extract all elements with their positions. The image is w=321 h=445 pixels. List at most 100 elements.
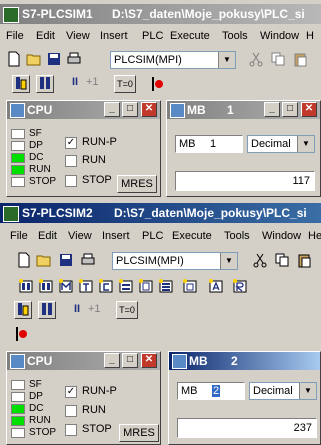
reset-timers-button[interactable]: T=0	[114, 75, 136, 93]
minimize-icon[interactable]: _	[104, 353, 120, 368]
run-checkbox[interactable]	[65, 155, 77, 167]
mres-button[interactable]: MRES	[119, 424, 159, 442]
cut-icon[interactable]	[248, 51, 264, 67]
menu-plc[interactable]: PLC	[142, 230, 163, 242]
mres-button[interactable]: MRES	[117, 175, 157, 193]
close-icon[interactable]: ✕	[301, 102, 317, 117]
open-folder-icon[interactable]	[26, 51, 42, 67]
maximize-icon[interactable]: □	[122, 353, 138, 368]
copy-icon[interactable]	[270, 51, 286, 67]
mb-value-input[interactable]: 237	[177, 418, 317, 438]
mb-address-input[interactable]: MB 2	[177, 382, 245, 400]
insert-stack-icon[interactable]	[158, 278, 174, 294]
menubar: File Edit View Insert PLC Execute Tools …	[0, 226, 321, 246]
insert-register-icon[interactable]	[232, 278, 248, 294]
insert-generic-icon[interactable]	[118, 278, 134, 294]
reset-timers-button[interactable]: T=0	[116, 301, 138, 319]
step-plus-one[interactable]: +1	[88, 303, 101, 315]
close-icon[interactable]: ✕	[141, 353, 157, 368]
insert-timer-icon[interactable]	[78, 278, 94, 294]
stop-checkbox[interactable]	[65, 175, 77, 187]
menu-help[interactable]: He	[308, 230, 321, 242]
paste-icon[interactable]	[296, 252, 312, 268]
mb-address-label: MB	[181, 385, 198, 397]
mb-address-value: 2	[212, 385, 221, 397]
open-folder-icon[interactable]	[36, 252, 52, 268]
plcsim1-titlebar[interactable]: S7-PLCSIM1 D:\S7_daten\Moje_pokusy\PLC_s…	[0, 4, 321, 24]
cut-icon[interactable]	[252, 252, 268, 268]
runp-checkbox[interactable]: ✓	[65, 386, 77, 398]
menu-edit[interactable]: Edit	[36, 30, 55, 42]
mb-format-combo[interactable]: Decimal ▼	[249, 382, 317, 400]
runp-checkbox[interactable]: ✓	[65, 137, 77, 149]
menu-file[interactable]: File	[10, 230, 28, 242]
chevron-down-icon[interactable]: ▼	[218, 52, 235, 68]
mb-address-input[interactable]: MB 1	[175, 135, 243, 153]
pause-icon[interactable]: II	[72, 76, 78, 88]
insert-accumulator-icon[interactable]	[182, 278, 198, 294]
chevron-down-icon[interactable]: ▼	[220, 253, 237, 269]
insert-vertical-bits-icon[interactable]	[138, 278, 154, 294]
menu-window[interactable]: Window	[260, 30, 299, 42]
insert-cpu-button[interactable]	[12, 75, 30, 93]
new-icon[interactable]	[6, 51, 22, 67]
insert-output-icon[interactable]	[38, 278, 54, 294]
minimize-icon[interactable]: _	[104, 102, 120, 117]
mres-label: MRES	[123, 427, 155, 439]
insert-input-icon[interactable]	[18, 278, 34, 294]
insert-marker-icon[interactable]	[58, 278, 74, 294]
paste-icon[interactable]	[292, 51, 308, 67]
run-checkbox[interactable]	[65, 405, 77, 417]
breakpoint-icon[interactable]	[14, 326, 30, 342]
window-title: S7-PLCSIM2	[22, 206, 93, 220]
menu-help[interactable]: H	[306, 30, 314, 42]
menu-edit[interactable]: Edit	[38, 230, 57, 242]
copy-icon[interactable]	[274, 252, 290, 268]
plcsim2-titlebar[interactable]: S7-PLCSIM2 D:\S7_daten\Moje_pokusy\PLC_s…	[0, 203, 321, 223]
cpu-view-icon	[18, 303, 29, 316]
new-icon[interactable]	[16, 252, 32, 268]
maximize-icon[interactable]: □	[122, 102, 138, 117]
toolbar-breakpoint	[0, 323, 321, 345]
menu-execute[interactable]: Execute	[172, 230, 212, 242]
breakpoint-icon[interactable]	[150, 76, 166, 92]
menu-tools[interactable]: Tools	[224, 230, 250, 242]
plc-connection-combo[interactable]: PLCSIM(MPI) ▼	[110, 51, 236, 69]
plc-connection-combo[interactable]: PLCSIM(MPI) ▼	[112, 252, 238, 270]
menu-plc[interactable]: PLC	[142, 30, 163, 42]
insert-block-register-icon[interactable]	[208, 278, 224, 294]
mb-value-input[interactable]: 117	[175, 171, 315, 191]
menu-execute[interactable]: Execute	[170, 30, 210, 42]
menu-tools[interactable]: Tools	[222, 30, 248, 42]
insert-module-button[interactable]	[36, 75, 54, 93]
menu-view[interactable]: View	[66, 30, 90, 42]
insert-cpu-button[interactable]	[14, 301, 32, 319]
menu-window[interactable]: Window	[262, 230, 301, 242]
print-icon[interactable]	[80, 252, 96, 268]
menu-file[interactable]: File	[6, 30, 24, 42]
mb-titlebar[interactable]: MB 2	[169, 352, 320, 370]
pause-icon[interactable]: II	[74, 303, 80, 315]
save-icon[interactable]	[58, 252, 74, 268]
print-icon[interactable]	[66, 51, 82, 67]
mb-format-combo[interactable]: Decimal ▼	[247, 135, 315, 153]
cpu-titlebar[interactable]: CPU _ □ ✕	[7, 352, 160, 370]
save-icon[interactable]	[46, 51, 62, 67]
chevron-down-icon[interactable]: ▼	[297, 136, 314, 152]
stop-checkbox[interactable]	[65, 424, 77, 436]
chevron-down-icon[interactable]: ▼	[299, 383, 316, 399]
reset-timers-label: T=0	[117, 79, 133, 89]
menu-insert[interactable]: Insert	[102, 230, 130, 242]
cpu-titlebar[interactable]: CPU _ □ ✕	[7, 101, 160, 119]
insert-counter-icon[interactable]	[98, 278, 114, 294]
step-plus-one[interactable]: +1	[86, 76, 99, 88]
mb-titlebar[interactable]: MB 1 _ □ ✕	[167, 101, 320, 119]
menu-view[interactable]: View	[68, 230, 92, 242]
plc-connection-value: PLCSIM(MPI)	[114, 54, 182, 66]
insert-module-button[interactable]	[38, 301, 56, 319]
run-label: RUN	[82, 154, 106, 166]
minimize-icon[interactable]: _	[264, 102, 280, 117]
close-icon[interactable]: ✕	[141, 102, 157, 117]
menu-insert[interactable]: Insert	[100, 30, 128, 42]
maximize-icon[interactable]: □	[282, 102, 298, 117]
